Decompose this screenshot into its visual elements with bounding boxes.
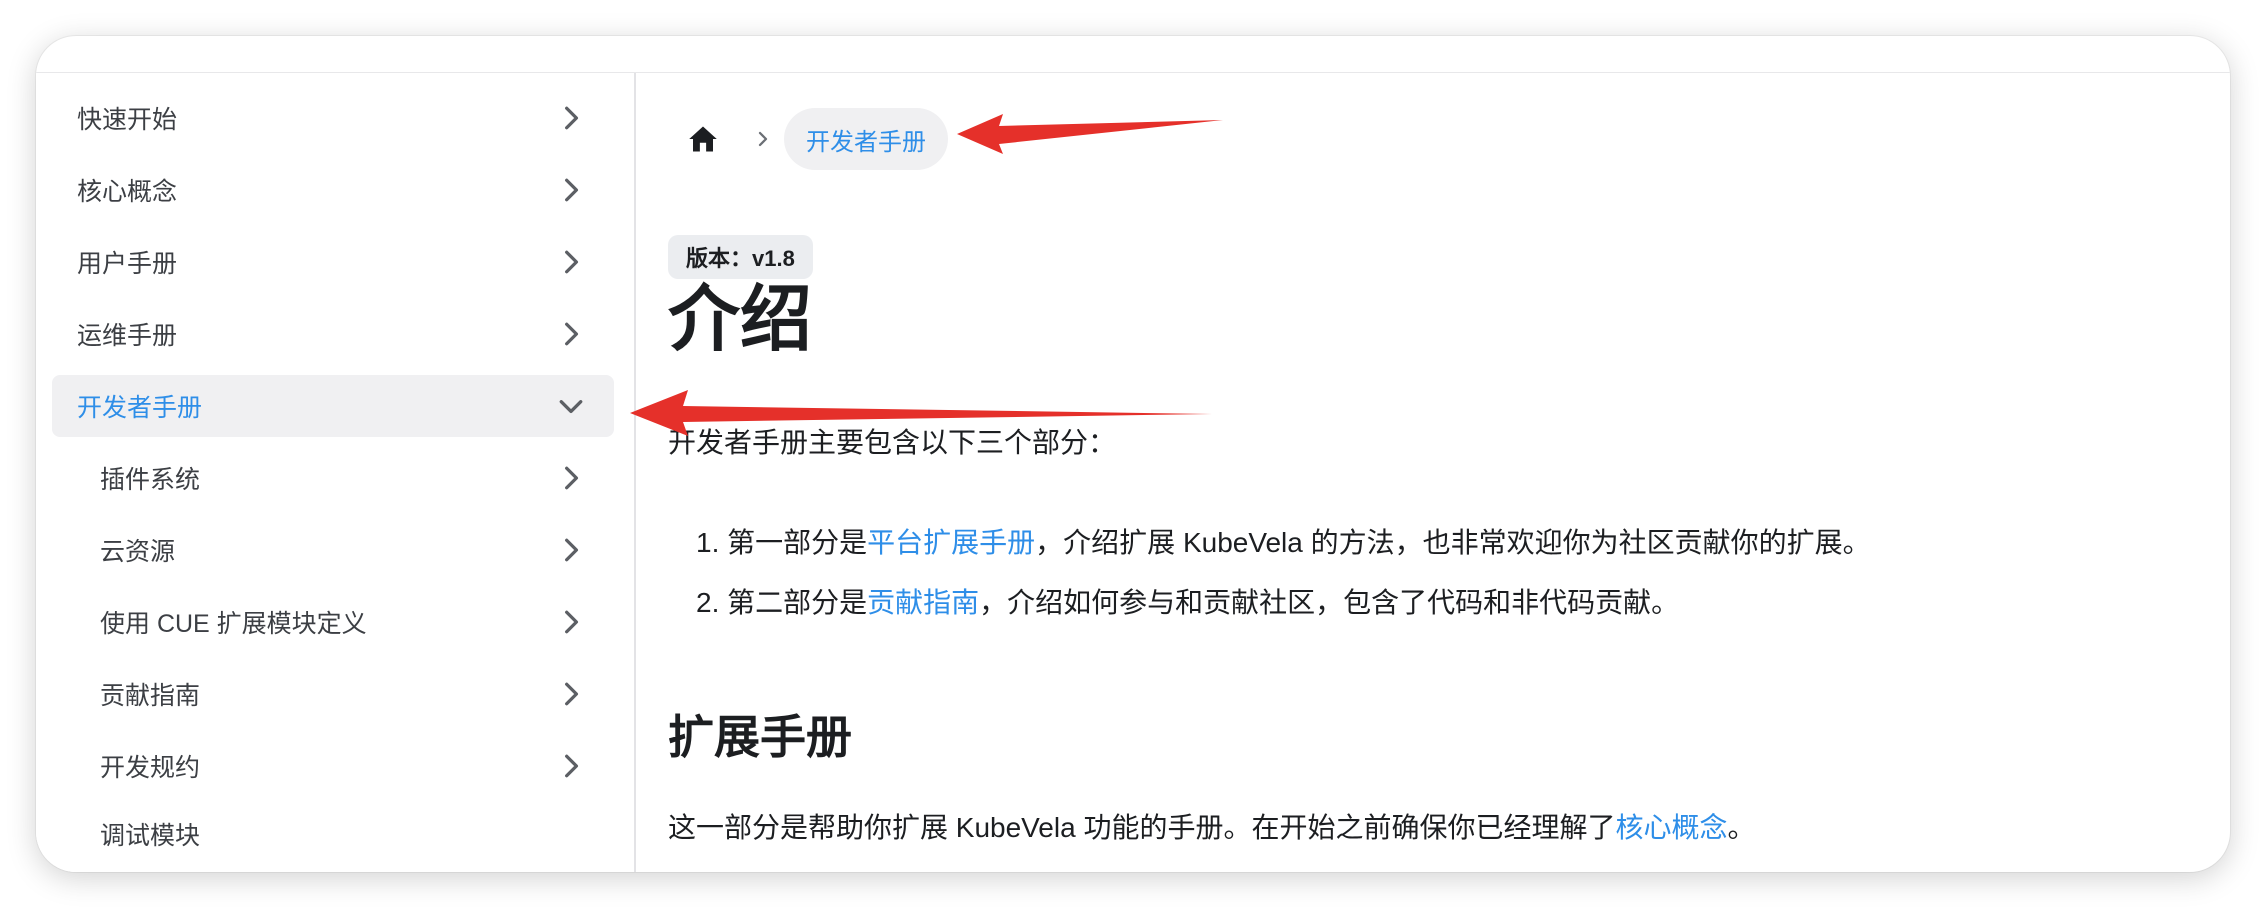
doc-content: 开发者手册 版本：v1.8 介绍 开发者手册主要包含以下三个部分： 1. 第一部… — [636, 73, 2230, 872]
paragraph-text: 这一部分是帮助你扩展 KubeVela 功能的手册。在开始之前确保你已经理解了 — [668, 812, 1616, 843]
sidebar-item-core-concepts[interactable]: 核心概念 — [52, 159, 614, 221]
chevron-right-icon — [754, 130, 772, 148]
chevron-right-icon[interactable] — [558, 177, 584, 203]
version-badge: 版本：v1.8 — [668, 235, 813, 279]
sidebar-item-label: 调试模块 — [100, 822, 201, 850]
sidebar-item-quick-start[interactable]: 快速开始 — [52, 87, 614, 149]
sidebar-item-addon-system[interactable]: 插件系统 — [52, 447, 614, 509]
browser-window: 快速开始 核心概念 用户手册 运维手册 开发者手册 插件系统 云资源 使用 CU… — [36, 36, 2230, 872]
chevron-right-icon[interactable] — [558, 465, 584, 491]
list-text: ，介绍如何参与和贡献社区，包含了代码和非代码贡献。 — [979, 587, 1680, 618]
sidebar-item-developer-manual[interactable]: 开发者手册 — [52, 375, 614, 437]
sidebar: 快速开始 核心概念 用户手册 运维手册 开发者手册 插件系统 云资源 使用 CU… — [36, 73, 636, 872]
sidebar-item-label: 开发者手册 — [77, 394, 203, 422]
list-text: 第一部分是 — [727, 527, 868, 558]
sidebar-item-label: 核心概念 — [77, 178, 178, 206]
chevron-right-icon[interactable] — [558, 537, 584, 563]
chevron-right-icon[interactable] — [558, 249, 584, 275]
platform-extension-link[interactable]: 平台扩展手册 — [867, 527, 1035, 558]
list-item: 2. 第二部分是贡献指南，介绍如何参与和贡献社区，包含了代码和非代码贡献。 — [668, 573, 1871, 633]
sidebar-item-label: 云资源 — [100, 538, 176, 566]
sidebar-item-cloud-resources[interactable]: 云资源 — [52, 519, 614, 581]
sidebar-item-label: 开发规约 — [100, 754, 201, 782]
core-concepts-link[interactable]: 核心概念 — [1615, 812, 1727, 843]
list-number: 1. — [696, 527, 720, 558]
list-text: 第二部分是 — [727, 587, 868, 618]
list-item: 1. 第一部分是平台扩展手册，介绍扩展 KubeVela 的方法，也非常欢迎你为… — [668, 513, 1871, 573]
sidebar-item-contribution-guide[interactable]: 贡献指南 — [52, 663, 614, 725]
chevron-right-icon[interactable] — [558, 681, 584, 707]
chevron-right-icon[interactable] — [558, 105, 584, 131]
sidebar-item-label: 快速开始 — [77, 106, 178, 134]
intro-text: 开发者手册主要包含以下三个部分： — [668, 427, 1117, 458]
window-top-bar — [36, 36, 2230, 73]
chevron-right-icon[interactable] — [558, 753, 584, 779]
chevron-down-icon[interactable] — [558, 393, 584, 419]
sidebar-item-label: 插件系统 — [100, 466, 201, 494]
chevron-right-icon[interactable] — [558, 321, 584, 347]
parts-list: 1. 第一部分是平台扩展手册，介绍扩展 KubeVela 的方法，也非常欢迎你为… — [668, 513, 1871, 633]
breadcrumb: 开发者手册 — [686, 107, 948, 171]
section-heading: 扩展手册 — [668, 711, 852, 763]
list-number: 2. — [696, 587, 720, 618]
list-text: ，介绍扩展 KubeVela 的方法，也非常欢迎你为社区贡献你的扩展。 — [1035, 527, 1871, 558]
page-title: 介绍 — [668, 280, 813, 360]
sidebar-item-dev-conventions[interactable]: 开发规约 — [52, 735, 614, 797]
sidebar-item-label: 用户手册 — [77, 250, 178, 278]
sidebar-item-debug-module[interactable]: 调试模块 — [52, 803, 614, 865]
sidebar-item-label: 贡献指南 — [100, 682, 201, 710]
sidebar-item-label: 运维手册 — [77, 322, 178, 350]
home-icon[interactable] — [686, 122, 720, 156]
paragraph-text: 。 — [1727, 812, 1756, 843]
chevron-right-icon[interactable] — [558, 609, 584, 635]
sidebar-item-label: 使用 CUE 扩展模块定义 — [100, 610, 367, 638]
sidebar-item-user-manual[interactable]: 用户手册 — [52, 231, 614, 293]
section-paragraph: 这一部分是帮助你扩展 KubeVela 功能的手册。在开始之前确保你已经理解了核… — [668, 806, 1755, 846]
sidebar-item-cue-definitions[interactable]: 使用 CUE 扩展模块定义 — [52, 591, 614, 653]
breadcrumb-current[interactable]: 开发者手册 — [784, 108, 948, 170]
sidebar-item-ops-manual[interactable]: 运维手册 — [52, 303, 614, 365]
contribution-guide-link[interactable]: 贡献指南 — [867, 587, 979, 618]
